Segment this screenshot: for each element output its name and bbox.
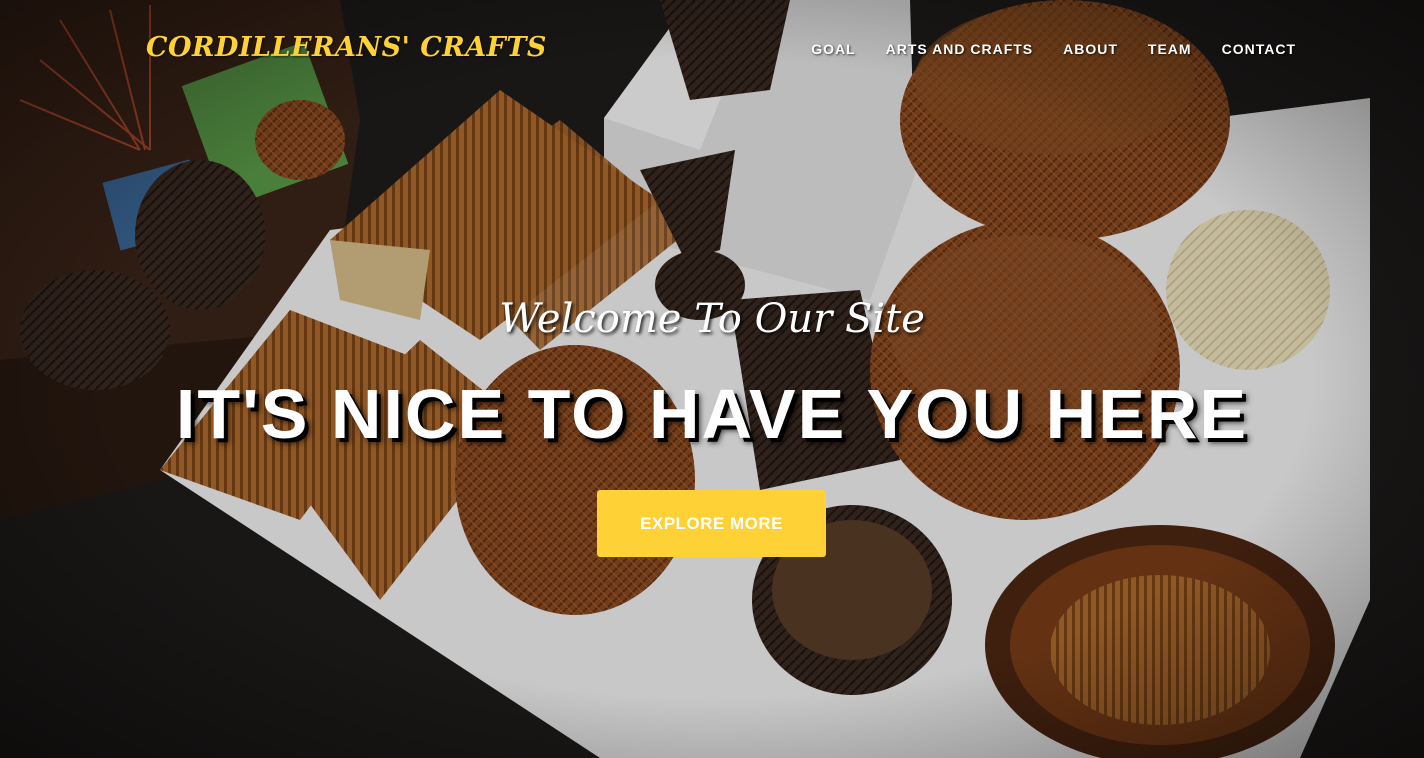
nav-item-contact[interactable]: CONTACT [1222, 41, 1296, 57]
nav-item-arts-and-crafts[interactable]: ARTS AND CRAFTS [886, 41, 1033, 57]
nav-menu: GOAL ARTS AND CRAFTS ABOUT TEAM CONTACT [811, 41, 1296, 57]
nav-item-goal[interactable]: GOAL [811, 41, 855, 57]
intro-heading: IT'S NICE TO HAVE YOU HERE [175, 375, 1249, 453]
main-navbar: CORDILLERANS' CRAFTS GOAL ARTS AND CRAFT… [0, 0, 1424, 100]
nav-item-team[interactable]: TEAM [1148, 41, 1192, 57]
intro-lead-in: Welcome To Our Site [499, 296, 925, 342]
explore-more-button[interactable]: EXPLORE MORE [597, 490, 826, 557]
intro-text: Welcome To Our Site IT'S NICE TO HAVE YO… [0, 290, 1424, 460]
brand-logo-link[interactable]: CORDILLERANS' CRAFTS [146, 32, 547, 63]
nav-item-about[interactable]: ABOUT [1063, 41, 1118, 57]
